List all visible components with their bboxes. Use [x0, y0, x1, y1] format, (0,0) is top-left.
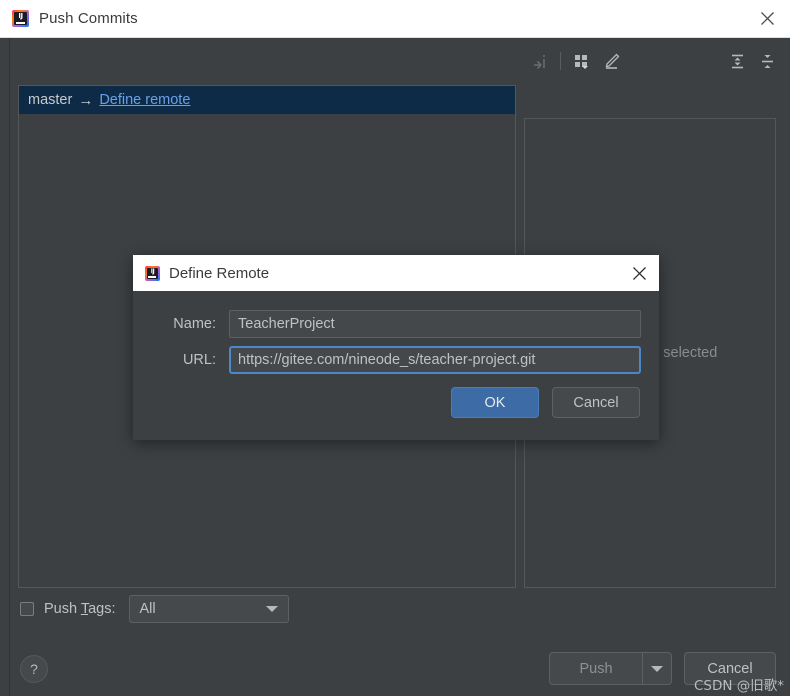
push-tags-label-pre: Push: [44, 601, 81, 617]
collapse-to-left-icon[interactable]: [524, 48, 554, 74]
url-input[interactable]: https://gitee.com/nineode_s/teacher-proj…: [229, 346, 641, 374]
toolbar-separator: [560, 52, 561, 70]
commit-branch-row[interactable]: master → Define remote: [19, 86, 515, 114]
arrow-right-icon: →: [78, 91, 94, 109]
push-button[interactable]: Push: [550, 653, 642, 684]
ok-button[interactable]: OK: [451, 387, 539, 418]
push-options-chevron-down-icon[interactable]: [643, 653, 671, 684]
name-field-label: Name:: [173, 316, 216, 332]
push-tags-combobox[interactable]: All: [128, 595, 289, 623]
url-field-label: URL:: [182, 352, 216, 368]
close-icon[interactable]: [752, 6, 782, 32]
collapse-all-icon[interactable]: [752, 48, 782, 74]
name-input[interactable]: TeacherProject: [229, 310, 641, 338]
url-field-row: URL: https://gitee.com/nineode_s/teacher…: [133, 346, 659, 374]
details-toolbar: [524, 45, 782, 77]
group-by-icon[interactable]: [567, 48, 597, 74]
dialog-titlebar: IJ Define Remote: [133, 255, 659, 291]
intellij-idea-icon: IJ: [145, 265, 160, 281]
define-remote-dialog: IJ Define Remote Name: TeacherProject UR…: [133, 255, 659, 440]
action-buttons: Push Cancel: [549, 652, 776, 685]
push-tags-label-post: ags:: [88, 601, 116, 617]
push-tags-label: Push Tags:: [44, 601, 116, 617]
push-tags-row: Push Tags: All: [20, 595, 289, 623]
close-icon[interactable]: [625, 260, 653, 286]
push-tags-combobox-value: All: [139, 601, 156, 617]
dialog-content: Name: TeacherProject URL: https://gitee.…: [133, 291, 659, 440]
push-split-button[interactable]: Push: [549, 652, 672, 685]
name-field-row: Name: TeacherProject: [133, 310, 659, 338]
branch-name: master: [28, 92, 73, 108]
help-button[interactable]: ?: [20, 655, 48, 683]
window-titlebar: IJ Push Commits: [0, 0, 790, 38]
push-tags-checkbox[interactable]: [20, 602, 34, 616]
edit-icon[interactable]: [597, 48, 627, 74]
expand-all-icon[interactable]: [722, 48, 752, 74]
cancel-button[interactable]: Cancel: [684, 652, 776, 685]
chevron-down-icon: [265, 606, 278, 612]
dialog-title: Define Remote: [169, 264, 270, 282]
push-tags-mnemonic: T: [80, 601, 89, 617]
dialog-bottom-bar: Push Tags: All ? Push Cancel: [0, 588, 790, 696]
intellij-idea-icon: IJ: [12, 10, 29, 27]
define-remote-link[interactable]: Define remote: [99, 92, 190, 108]
dialog-cancel-button[interactable]: Cancel: [552, 387, 640, 418]
window-title: Push Commits: [39, 10, 138, 27]
dialog-buttons: OK Cancel: [451, 387, 640, 418]
